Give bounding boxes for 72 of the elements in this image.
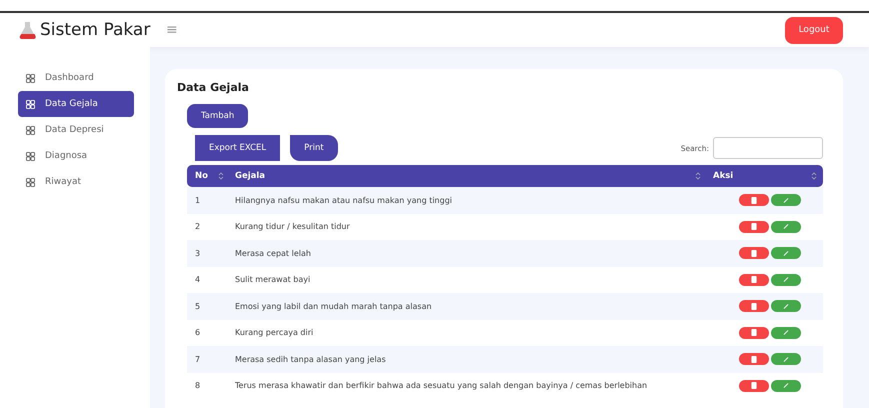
edit-button[interactable] <box>771 274 801 286</box>
sidebar-item[interactable]: Dashboard <box>18 65 134 91</box>
brand-title: Sistem Pakar <box>40 20 150 40</box>
trash-icon <box>751 196 757 204</box>
table-cell: Emosi yang labil dan mudah marah tanpa alasan <box>235 302 432 311</box>
table-cell: Kurang tidur / kesulitan tidur <box>235 222 350 232</box>
search-field[interactable] <box>713 137 823 159</box>
delete-button[interactable] <box>739 220 769 233</box>
table-cell: Hilangnya nafsu makan atau nafsu makan yang tinggi <box>235 196 452 205</box>
pencil-icon <box>783 250 789 257</box>
sort-icon[interactable] <box>695 171 701 181</box>
pencil-icon <box>783 329 789 336</box>
table-cell: Sulit merawat bayi <box>235 275 310 284</box>
table-cell: 1 <box>195 196 200 205</box>
sort-icon[interactable] <box>811 171 817 181</box>
delete-button[interactable] <box>739 326 769 339</box>
flask-icon <box>18 20 38 40</box>
delete-button[interactable] <box>739 353 769 366</box>
table-cell: 3 <box>195 248 200 258</box>
delete-button[interactable] <box>739 300 769 312</box>
logout-button[interactable]: Logout <box>785 16 843 44</box>
table-cell: Merasa sedih tanpa alasan yang jelas <box>235 354 386 364</box>
trash-icon <box>751 250 757 257</box>
table-cell: 8 <box>195 381 200 390</box>
table-cell: 7 <box>195 354 200 364</box>
table-cell: 2 <box>195 222 200 232</box>
edit-button[interactable] <box>771 380 801 392</box>
trash-icon <box>751 356 757 363</box>
grid-icon <box>26 100 35 108</box>
table-cell: Terus merasa khawatir dan berfikir bahwa ada sesuatu yang salah dengan bayinya / cemas berlebihan <box>235 381 648 390</box>
export-button[interactable]: Export EXCEL <box>195 135 280 161</box>
edit-button[interactable] <box>771 194 801 206</box>
column-header[interactable]: Aksi <box>713 171 734 181</box>
delete-button[interactable] <box>739 194 769 206</box>
grid-icon <box>26 74 35 82</box>
table-cell: 4 <box>195 275 200 284</box>
table-cell: Merasa cepat lelah <box>235 248 311 258</box>
column-header[interactable]: Gejala <box>235 171 266 181</box>
delete-button[interactable] <box>739 274 769 286</box>
table-cell: 5 <box>195 302 200 311</box>
sidebar-item[interactable]: Data Depresi <box>18 117 134 143</box>
grid-icon <box>26 152 35 160</box>
table-cell: 6 <box>195 328 200 338</box>
sort-icon[interactable] <box>218 171 224 181</box>
export-button[interactable]: Print <box>290 135 338 161</box>
sidebar-item[interactable]: Riwayat <box>18 169 134 195</box>
pencil-icon <box>783 302 789 310</box>
sidebar-item[interactable]: Data Gejala <box>18 91 134 117</box>
delete-button[interactable] <box>739 247 769 260</box>
trash-icon <box>751 329 757 336</box>
trash-icon <box>751 302 757 310</box>
delete-button[interactable] <box>739 380 769 392</box>
table-cell: Kurang percaya diri <box>235 328 314 338</box>
pencil-icon <box>783 223 789 230</box>
trash-icon <box>751 382 757 390</box>
pencil-icon <box>783 276 789 284</box>
sidebar-item[interactable]: Diagnosa <box>18 143 134 169</box>
add-button[interactable]: Tambah <box>187 104 248 128</box>
pencil-icon <box>783 382 789 390</box>
edit-button[interactable] <box>771 247 801 260</box>
pencil-icon <box>783 356 789 363</box>
trash-icon <box>751 223 757 230</box>
edit-button[interactable] <box>771 300 801 312</box>
grid-icon <box>26 178 35 186</box>
pencil-icon <box>783 196 789 204</box>
edit-button[interactable] <box>771 326 801 339</box>
edit-button[interactable] <box>771 353 801 366</box>
column-header[interactable]: No <box>195 171 208 181</box>
trash-icon <box>751 276 757 284</box>
edit-button[interactable] <box>771 220 801 233</box>
grid-icon <box>26 126 35 134</box>
card-title: Data Gejala <box>177 81 250 94</box>
